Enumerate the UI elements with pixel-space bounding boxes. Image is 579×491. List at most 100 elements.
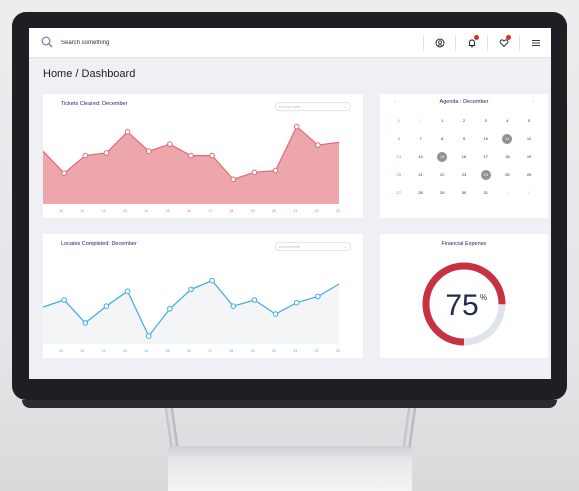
data-point[interactable] <box>124 129 131 135</box>
calendar-day[interactable]: 10 <box>475 134 497 144</box>
calendar-day[interactable]: 20 <box>388 170 410 180</box>
x-tick-label: 14 <box>144 209 148 213</box>
x-tick-label: 10 <box>59 209 63 213</box>
data-point[interactable] <box>61 170 67 176</box>
calendar-day-highlight: 11 <box>502 134 513 144</box>
x-tick-label: 22 <box>315 209 319 213</box>
tickets-chart: 10 11 12 13 14 15 16 17 18 19 20 21 22 23 <box>43 123 340 213</box>
x-tick-label: 10 <box>59 349 63 353</box>
calendar-day[interactable]: 31 <box>475 188 497 198</box>
calendar-day[interactable]: 25 <box>497 170 519 180</box>
calendar-day[interactable]: 13 <box>388 152 410 162</box>
calendar-day[interactable]: 11 <box>497 134 519 144</box>
calendar-day[interactable]: 16 <box>453 152 475 162</box>
calendar-day[interactable]: 15 <box>431 152 453 162</box>
x-tick-label: 11 <box>80 349 84 353</box>
gauge-unit: % <box>480 293 487 302</box>
calendar-day[interactable]: 23 <box>453 170 475 180</box>
data-point[interactable] <box>272 167 279 174</box>
data-point[interactable] <box>230 303 237 309</box>
calendar-day[interactable]: 18 <box>497 152 519 162</box>
bell-icon[interactable] <box>463 34 481 52</box>
data-point[interactable] <box>293 123 300 130</box>
notification-dot <box>506 35 511 40</box>
data-point[interactable] <box>167 141 173 147</box>
data-point[interactable] <box>209 152 215 159</box>
calendar-day[interactable]: 7 <box>410 134 432 144</box>
data-point[interactable] <box>188 286 194 293</box>
data-point[interactable] <box>315 142 321 148</box>
toolbar-divider <box>519 35 520 51</box>
data-point[interactable] <box>293 299 300 306</box>
calendar-day[interactable]: 19 <box>518 152 540 162</box>
calendar-day[interactable]: 8 <box>431 134 453 144</box>
data-point[interactable] <box>145 333 152 339</box>
data-point[interactable] <box>82 320 89 326</box>
calendar-day[interactable]: 4 <box>497 116 519 126</box>
calendar-next-button[interactable]: › <box>532 99 534 105</box>
x-tick-label: 20 <box>272 209 276 213</box>
calendar-day[interactable]: 1 <box>388 116 410 126</box>
toolbar-divider <box>455 35 456 51</box>
calendar-day[interactable]: 2 <box>453 116 475 126</box>
calendar-day[interactable]: 29 <box>431 188 453 198</box>
x-tick-label: 11 <box>80 209 84 213</box>
calendar-day[interactable]: 3 <box>475 116 497 126</box>
calendar-day[interactable]: 5 <box>518 116 540 126</box>
financial-expense-card: Financial Expense 75% <box>380 234 548 358</box>
search-icon[interactable] <box>41 36 53 48</box>
x-tick-label: 15 <box>166 349 170 353</box>
user-circle-icon[interactable] <box>431 34 449 52</box>
calendar-day[interactable]: 12 <box>518 134 540 144</box>
calendar-day[interactable]: 27 <box>388 188 410 198</box>
data-point[interactable] <box>272 311 279 317</box>
calendar-day[interactable]: 1 <box>431 116 453 126</box>
financial-expense-gauge: 75% <box>422 262 506 346</box>
data-point[interactable] <box>61 297 67 303</box>
x-tick-label: 19 <box>251 349 255 353</box>
calendar-day[interactable]: 14 <box>410 152 432 162</box>
calendar-day[interactable]: 28 <box>410 188 432 198</box>
data-point[interactable] <box>251 297 258 303</box>
toolbar-icons <box>417 34 545 52</box>
data-point[interactable] <box>103 150 110 156</box>
x-tick-label: 12 <box>102 209 106 213</box>
x-tick-label: 23 <box>336 209 340 213</box>
agenda-calendar-card: ‹ Agenda : December › 1 2 1 2 3 4 5 6 7 8 9 10 11 12 1… <box>380 94 548 218</box>
calendar-day-highlight: 15 <box>437 152 448 162</box>
data-point[interactable] <box>209 277 215 284</box>
heart-icon[interactable] <box>495 34 513 52</box>
calendar-day[interactable]: 26 <box>518 170 540 180</box>
page-title: Home / Dashboard <box>43 68 136 80</box>
calendar-day[interactable]: 2 <box>410 116 432 126</box>
calendar-day[interactable]: 1 <box>497 188 519 198</box>
data-point[interactable] <box>315 293 321 300</box>
calendar-day[interactable]: 6 <box>388 134 410 144</box>
data-point[interactable] <box>103 303 110 309</box>
calendar-day[interactable]: 24 <box>475 170 497 180</box>
calendar-day[interactable]: 21 <box>410 170 432 180</box>
menu-icon[interactable] <box>527 34 545 52</box>
x-tick-label: 22 <box>315 349 319 353</box>
data-point[interactable] <box>145 148 152 155</box>
notification-dot <box>474 35 479 40</box>
calendar-day[interactable]: 2 <box>518 188 540 198</box>
area-fill <box>43 126 339 204</box>
x-tick-label: 18 <box>229 209 233 213</box>
data-point[interactable] <box>167 306 173 312</box>
data-point[interactable] <box>82 152 89 159</box>
calendar-day[interactable]: 22 <box>431 170 453 180</box>
data-point[interactable] <box>188 152 194 159</box>
data-point[interactable] <box>251 169 258 176</box>
calendar-grid: 1 2 1 2 3 4 5 6 7 8 9 10 11 12 13 14 15 16 17 18 19 20 21 22 23 2… <box>388 116 540 198</box>
x-tick-label: 19 <box>251 209 255 213</box>
data-point[interactable] <box>230 176 237 183</box>
calendar-day[interactable]: 9 <box>453 134 475 144</box>
tickets-chart-card: Tickets Cleared: December sort by month … <box>43 94 363 218</box>
calendar-day[interactable]: 30 <box>453 188 475 198</box>
x-tick-label: 17 <box>208 209 212 213</box>
calendar-day[interactable]: 17 <box>475 152 497 162</box>
x-tick-label: 23 <box>336 349 340 353</box>
data-point[interactable] <box>124 288 131 295</box>
search-input[interactable] <box>61 36 261 50</box>
